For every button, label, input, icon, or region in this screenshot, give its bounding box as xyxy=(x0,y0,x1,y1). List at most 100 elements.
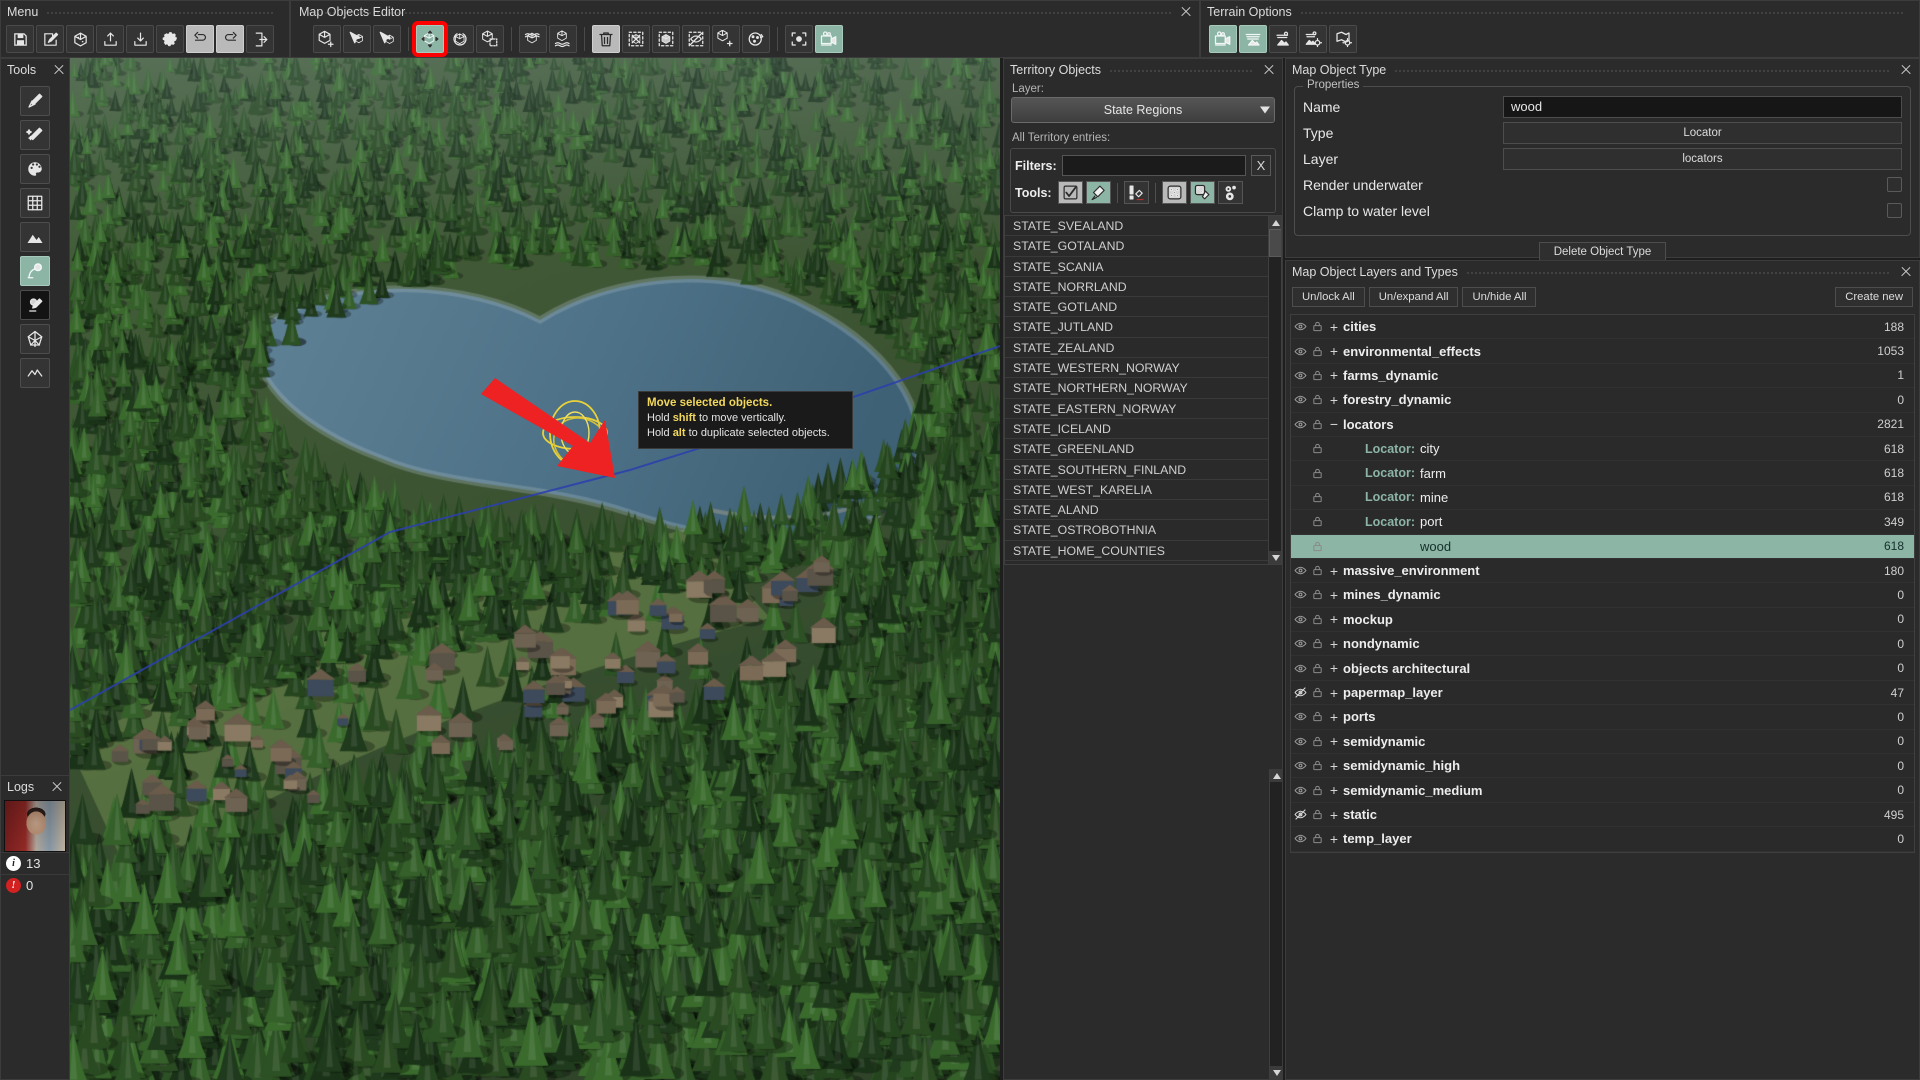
scroll-down-button[interactable] xyxy=(1269,551,1281,564)
close-icon[interactable] xyxy=(52,63,66,77)
lock-icon[interactable] xyxy=(1309,589,1325,600)
export-icon[interactable] xyxy=(96,25,124,53)
mesh-tool-icon[interactable] xyxy=(20,324,50,354)
lock-icon[interactable] xyxy=(1309,785,1325,796)
undo-icon[interactable] xyxy=(186,25,214,53)
add-object-icon[interactable] xyxy=(313,25,341,53)
eye-icon[interactable] xyxy=(1291,662,1309,675)
terrain-mask-icon[interactable] xyxy=(1269,25,1297,53)
close-icon[interactable] xyxy=(1262,63,1276,77)
unexpand-all-button[interactable]: Un/expand All xyxy=(1368,287,1459,307)
randomize-entries-icon[interactable] xyxy=(1161,181,1187,204)
territory-list-item[interactable]: STATE_ICELAND xyxy=(1005,418,1268,440)
scale-objects-icon[interactable] xyxy=(476,25,504,53)
territory-list-item[interactable]: STATE_GOTLAND xyxy=(1005,297,1268,318)
lock-icon[interactable] xyxy=(1309,346,1325,357)
territory-list-item[interactable]: STATE_ALAND xyxy=(1005,500,1268,521)
lock-icon[interactable] xyxy=(1309,833,1325,844)
camera-icon[interactable] xyxy=(1209,25,1237,53)
eye-icon[interactable] xyxy=(1291,784,1309,797)
expander-icon[interactable]: + xyxy=(1325,611,1343,627)
province-settings-icon[interactable] xyxy=(1329,25,1357,53)
layer-row[interactable]: + semidynamic 0 xyxy=(1291,729,1914,755)
eye-icon[interactable] xyxy=(1291,832,1309,845)
layer-row[interactable]: + semidynamic_high 0 xyxy=(1291,754,1914,779)
expander-icon[interactable]: + xyxy=(1325,758,1343,774)
layer-row[interactable]: − locators 2821 xyxy=(1291,412,1914,437)
object-layer-button[interactable]: locators xyxy=(1503,147,1902,170)
expander-icon[interactable]: + xyxy=(1325,392,1343,408)
lock-icon[interactable] xyxy=(1309,468,1325,479)
close-icon[interactable] xyxy=(50,780,64,794)
layer-row[interactable]: + forestry_dynamic 0 xyxy=(1291,388,1914,413)
lock-icon[interactable] xyxy=(1309,492,1325,503)
object-type-row[interactable]: Locator: wood 618 xyxy=(1291,534,1914,559)
layer-row[interactable]: + farms_dynamic 1 xyxy=(1291,363,1914,389)
layer-row[interactable]: + mines_dynamic 0 xyxy=(1291,583,1914,608)
lock-icon[interactable] xyxy=(1309,687,1325,698)
duplicate-object-icon[interactable] xyxy=(712,25,740,53)
lock-icon[interactable] xyxy=(1309,614,1325,625)
eye-icon[interactable] xyxy=(1291,320,1309,333)
expander-icon[interactable]: + xyxy=(1325,733,1343,749)
territory-list-item[interactable]: STATE_JUTLAND xyxy=(1005,317,1268,338)
select-object-icon[interactable] xyxy=(373,25,401,53)
territory-list-item[interactable]: STATE_NORTHERN_NORWAY xyxy=(1005,378,1268,399)
log-info-row[interactable]: i 13 xyxy=(1,852,69,874)
scroll-up-button[interactable] xyxy=(1270,769,1283,782)
terrain-render[interactable] xyxy=(70,58,1000,1080)
territory-list-item[interactable]: STATE_EASTERN_NORWAY xyxy=(1005,398,1268,419)
object-name-field[interactable]: wood xyxy=(1503,95,1902,118)
expander-icon[interactable]: + xyxy=(1325,709,1343,725)
eye-icon[interactable] xyxy=(1291,613,1309,626)
eye-icon[interactable] xyxy=(1291,735,1309,748)
brush-tool-icon[interactable] xyxy=(20,86,50,116)
expander-icon[interactable]: − xyxy=(1325,416,1343,432)
lock-icon[interactable] xyxy=(1309,443,1325,454)
layer-select[interactable]: State Regions xyxy=(1011,97,1275,123)
terrain-settings-icon[interactable] xyxy=(1299,25,1327,53)
grid-tool-icon[interactable] xyxy=(20,188,50,218)
entry-settings-icon[interactable] xyxy=(1217,181,1243,204)
object-type-row[interactable]: Locator: port 349 xyxy=(1291,510,1914,535)
hide-selection-icon[interactable] xyxy=(682,25,710,53)
expander-icon[interactable]: + xyxy=(1325,807,1343,823)
territory-list-item[interactable]: STATE_OSTROBOTHNIA xyxy=(1005,520,1268,541)
scroll-down-button[interactable] xyxy=(1270,1066,1283,1079)
close-icon[interactable] xyxy=(1179,5,1193,19)
list-scrollbar[interactable] xyxy=(1268,216,1281,564)
paint-object-tool-icon[interactable] xyxy=(20,290,50,320)
lock-icon[interactable] xyxy=(1309,638,1325,649)
territory-entries-list[interactable]: STATE_SVEALAND STATE_GOTALAND STATE_SCANIA… xyxy=(1004,215,1282,565)
territory-list-item[interactable]: STATE_SVEALAND xyxy=(1005,216,1268,237)
territory-list-item[interactable]: STATE_WEST_KARELIA xyxy=(1005,479,1268,501)
clear-entries-icon[interactable] xyxy=(1123,181,1149,204)
layer-row[interactable]: + static 495 xyxy=(1291,802,1914,828)
eye-icon[interactable] xyxy=(1291,588,1309,601)
territory-list-item[interactable]: STATE_SOUTHERN_FINLAND xyxy=(1005,459,1268,480)
filter-input[interactable] xyxy=(1061,155,1246,176)
object-type-button[interactable]: Locator xyxy=(1503,121,1902,144)
import-icon[interactable] xyxy=(126,25,154,53)
object-type-row[interactable]: Locator: farm 618 xyxy=(1291,461,1914,486)
delete-object-type-button[interactable]: Delete Object Type xyxy=(1538,242,1667,262)
unlock-all-button[interactable]: Un/lock All xyxy=(1292,287,1365,307)
object-type-row[interactable]: Locator: city 618 xyxy=(1291,436,1914,462)
eye-off-icon[interactable] xyxy=(1291,808,1309,821)
lock-icon[interactable] xyxy=(1309,760,1325,771)
expander-icon[interactable]: + xyxy=(1325,660,1343,676)
lock-icon[interactable] xyxy=(1309,321,1325,332)
territory-list-item[interactable]: STATE_ZEALAND xyxy=(1005,337,1268,359)
layer-row[interactable]: + temp_layer 0 xyxy=(1291,827,1914,852)
render-underwater-checkbox[interactable] xyxy=(1887,177,1902,192)
layer-row[interactable]: + mockup 0 xyxy=(1291,607,1914,633)
eye-icon[interactable] xyxy=(1291,345,1309,358)
eye-icon[interactable] xyxy=(1291,418,1309,431)
redo-icon[interactable] xyxy=(216,25,244,53)
expander-icon[interactable]: + xyxy=(1325,319,1343,335)
territory-list-item[interactable]: STATE_WESTERN_NORWAY xyxy=(1005,358,1268,379)
snap-to-water-icon[interactable] xyxy=(519,25,547,53)
territory-list-item[interactable]: STATE_HOME_COUNTIES xyxy=(1005,540,1268,562)
eye-icon[interactable] xyxy=(1291,710,1309,723)
terrain-tool-icon[interactable] xyxy=(20,222,50,252)
